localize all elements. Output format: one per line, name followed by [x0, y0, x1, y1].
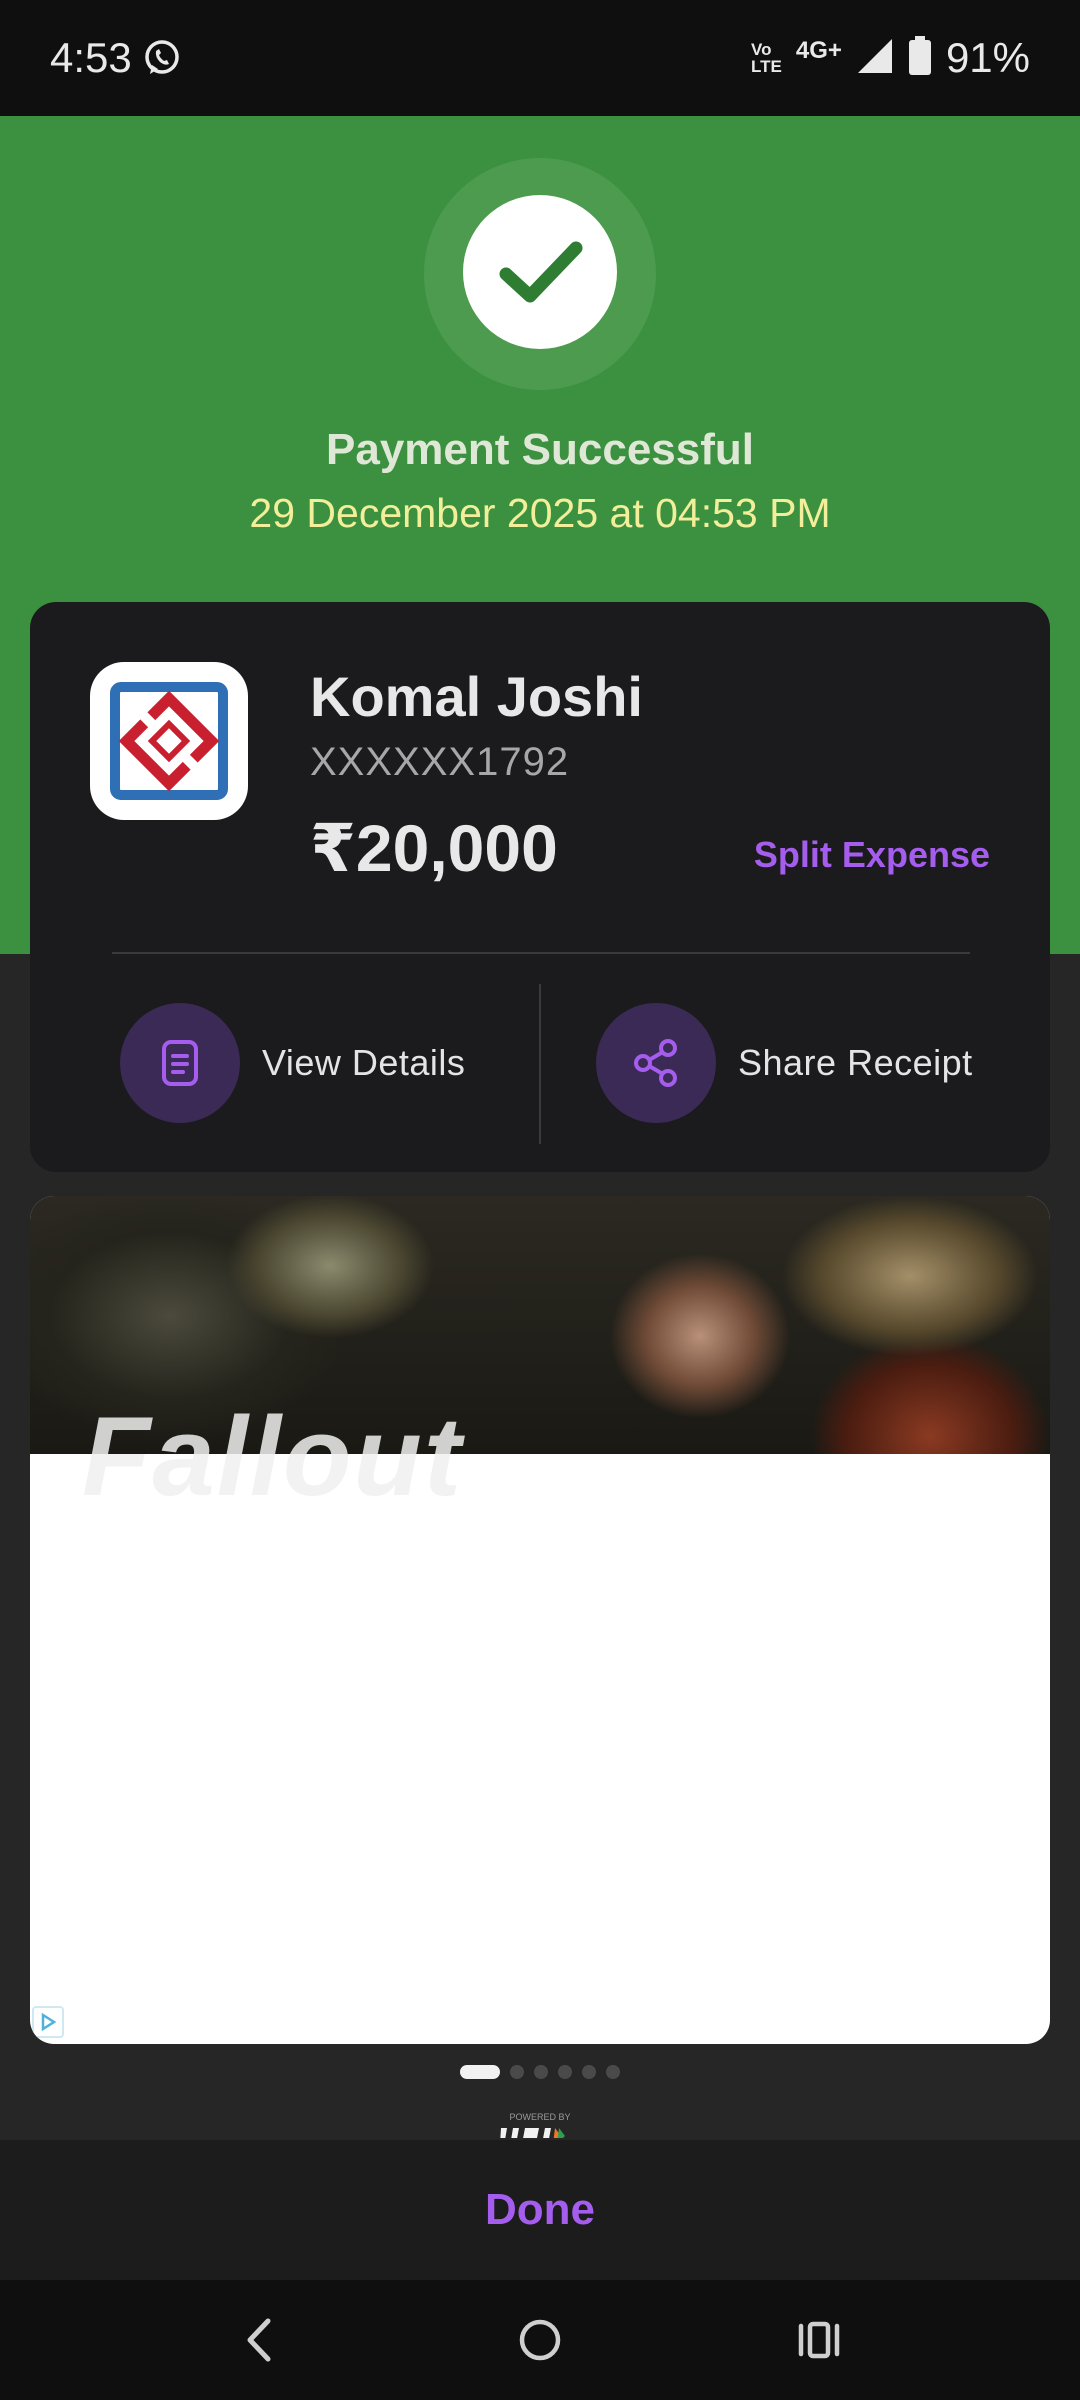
done-button[interactable]: Done	[485, 2185, 595, 2235]
ad-image[interactable]: Fallout	[30, 1196, 1050, 1519]
pager-dot[interactable]	[534, 2065, 548, 2079]
view-details-label: View Details	[262, 1042, 466, 1083]
powered-by-label: POWERED BY	[509, 2112, 571, 2122]
payment-status-title: Payment Successful	[326, 425, 754, 474]
back-icon[interactable]	[220, 2300, 300, 2380]
payee-card: Komal Joshi XXXXXX1792 ₹20,000 Split Exp…	[30, 602, 1050, 1172]
signal-icon	[856, 37, 894, 80]
ad-choices-icon[interactable]	[32, 2006, 64, 2038]
ad-image-title: Fallout	[82, 1394, 464, 1519]
share-receipt-button[interactable]: Share Receipt	[596, 1002, 973, 1124]
pager-dot[interactable]	[606, 2065, 620, 2079]
split-expense-button[interactable]: Split Expense	[754, 834, 990, 876]
upi-logo-icon	[495, 2124, 585, 2138]
home-icon[interactable]	[500, 2300, 580, 2380]
network-type: 4G+	[795, 37, 842, 64]
payee-account-number: XXXXXX1792	[310, 740, 570, 784]
pager-dot[interactable]	[582, 2065, 596, 2079]
share-receipt-label: Share Receipt	[738, 1042, 973, 1083]
document-icon	[120, 1003, 240, 1123]
battery-icon	[908, 35, 932, 81]
whatsapp-icon	[142, 38, 182, 78]
bank-logo-icon	[90, 662, 248, 820]
status-time: 4:53	[50, 34, 132, 81]
status-bar: 4:53 Vo LTE 4G+ 91%	[0, 0, 1080, 116]
pager-dot[interactable]	[510, 2065, 524, 2079]
payment-amount: ₹20,000	[310, 811, 558, 885]
share-icon	[596, 1003, 716, 1123]
battery-percent: 91%	[945, 34, 1030, 81]
ad-banner[interactable]: Fallout	[30, 1196, 1050, 2044]
system-nav-bar	[0, 2280, 1080, 2400]
card-divider	[112, 952, 970, 954]
bottom-action-bar: Done	[0, 2140, 1080, 2280]
action-divider	[539, 984, 541, 1144]
check-icon	[463, 195, 617, 349]
pager-dot-active[interactable]	[460, 2065, 500, 2079]
payment-datetime: 29 December 2025 at 04:53 PM	[249, 490, 831, 536]
ad-pager	[0, 2064, 1080, 2080]
recents-icon[interactable]	[780, 2300, 860, 2380]
view-details-button[interactable]: View Details	[120, 1002, 465, 1124]
volte-icon: Vo LTE	[751, 40, 782, 76]
payee-name: Komal Joshi	[310, 665, 643, 728]
pager-dot[interactable]	[558, 2065, 572, 2079]
